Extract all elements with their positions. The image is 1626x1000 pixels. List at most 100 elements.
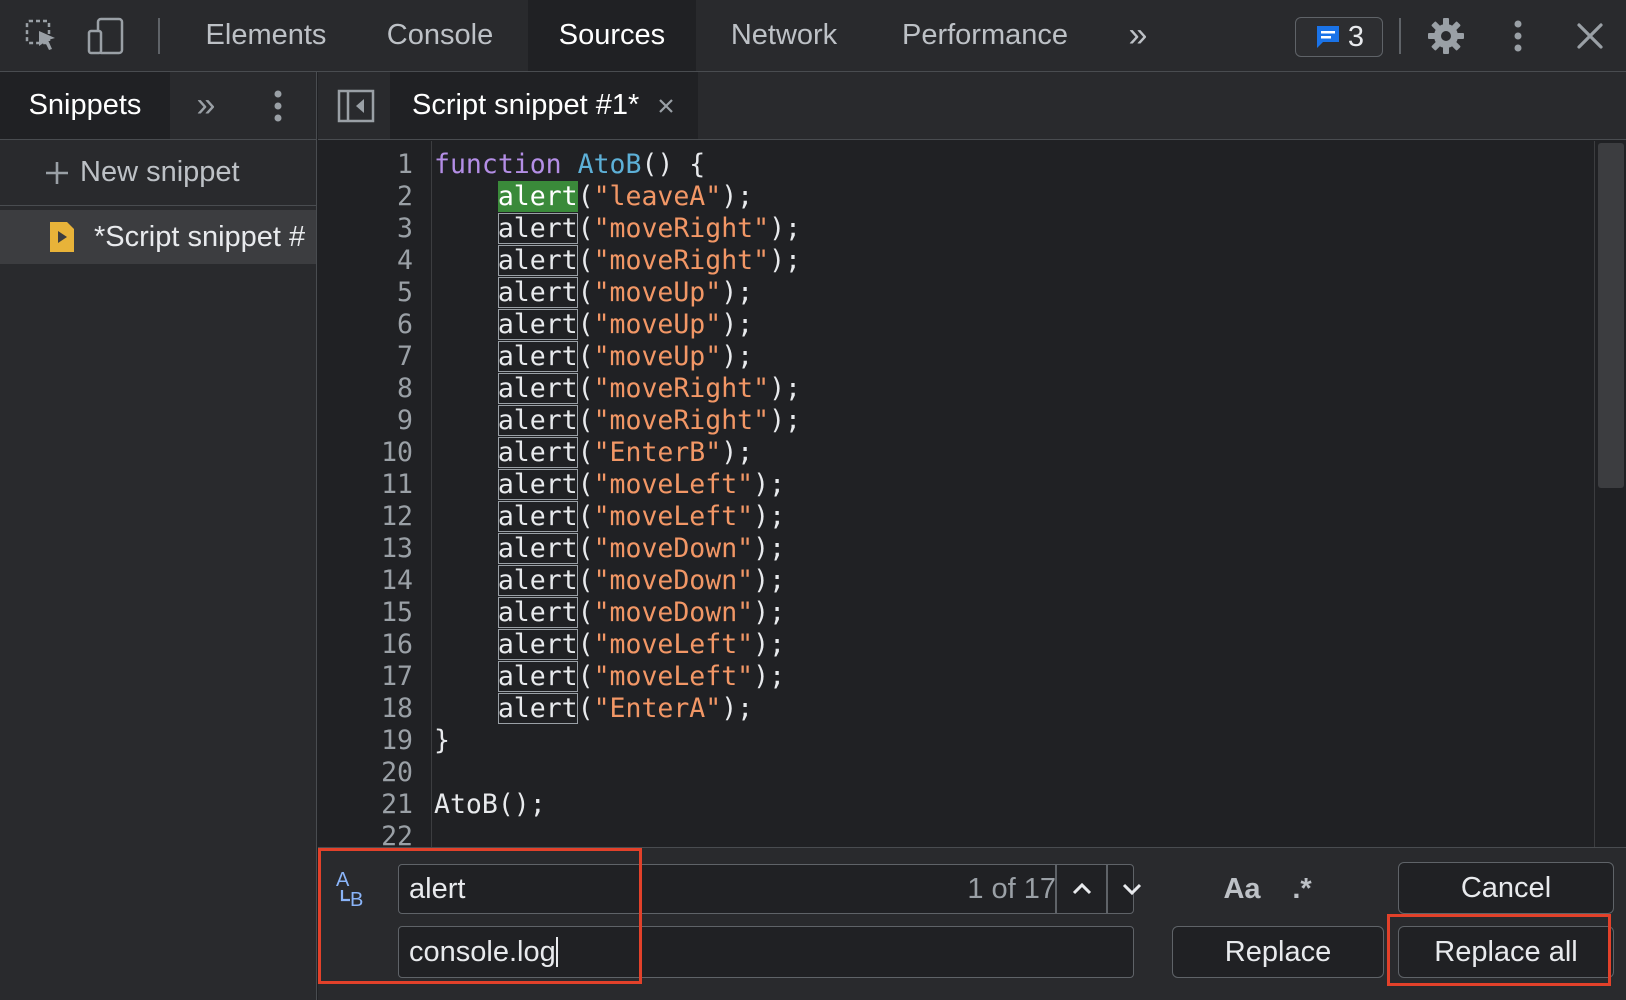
replace-input[interactable]: console.log <box>398 926 1134 978</box>
code-editor[interactable]: 1 function AtoB() {2 alert("leaveA"); 3 al… <box>318 141 1594 847</box>
more-navigator-tabs-icon[interactable]: » <box>186 84 226 126</box>
code-line[interactable]: 2 alert("leaveA"); <box>318 181 1594 213</box>
code-line[interactable]: 6 alert("moveUp"); <box>318 309 1594 341</box>
tab-elements[interactable]: Elements <box>180 0 352 71</box>
line-number[interactable]: 8 <box>318 373 413 405</box>
line-number[interactable]: 15 <box>318 597 413 629</box>
line-number[interactable]: 13 <box>318 533 413 565</box>
code-token: ( <box>577 661 594 692</box>
toggle-navigator-icon[interactable] <box>336 86 376 126</box>
code-line[interactable]: 17 alert("moveLeft"); <box>318 661 1594 693</box>
line-number[interactable]: 9 <box>318 405 413 437</box>
close-tab-icon[interactable] <box>657 97 675 115</box>
code-line[interactable]: 9 alert("moveRight"); <box>318 405 1594 437</box>
code-token: ); <box>769 405 801 436</box>
line-number[interactable]: 16 <box>318 629 413 661</box>
scrollbar-thumb[interactable] <box>1598 143 1624 488</box>
line-number[interactable]: 6 <box>318 309 413 341</box>
issues-count: 3 <box>1347 20 1365 53</box>
code-token: ); <box>721 693 754 724</box>
regex-toggle[interactable]: .* <box>1280 866 1324 912</box>
match-case-toggle[interactable]: Aa <box>1216 866 1268 912</box>
code-line[interactable]: 20 <box>318 757 1594 789</box>
code-line[interactable]: 1 function AtoB() { <box>318 149 1594 181</box>
replace-button[interactable]: Replace <box>1172 926 1384 978</box>
code-line[interactable]: 10 alert("EnterB"); <box>318 437 1594 469</box>
snippet-item[interactable]: *Script snippet # <box>0 210 316 264</box>
code-token: AtoB <box>577 149 642 180</box>
kebab-menu-icon[interactable] <box>1498 18 1538 54</box>
code-line[interactable]: 13 alert("moveDown"); <box>318 533 1594 565</box>
more-tabs-icon[interactable]: » <box>1110 0 1166 71</box>
code-token: "leaveA" <box>593 181 722 212</box>
code-token: ); <box>753 565 786 596</box>
code-line[interactable]: 11 alert("moveLeft"); <box>318 469 1594 501</box>
tab-console[interactable]: Console <box>352 0 528 71</box>
line-number[interactable]: 22 <box>318 821 413 847</box>
code-line[interactable]: 12 alert("moveLeft"); <box>318 501 1594 533</box>
line-number[interactable]: 17 <box>318 661 413 693</box>
search-match: alert <box>497 373 578 404</box>
replace-all-button[interactable]: Replace all <box>1398 926 1614 978</box>
close-icon[interactable] <box>1570 18 1610 54</box>
gear-icon[interactable] <box>1426 18 1466 54</box>
code-line[interactable]: 3 alert("moveRight"); <box>318 213 1594 245</box>
new-snippet-button[interactable]: New snippet <box>0 140 316 206</box>
previous-match-button[interactable] <box>1058 865 1106 913</box>
line-number[interactable]: 14 <box>318 565 413 597</box>
code-line[interactable]: 22 <box>318 821 1594 847</box>
line-number[interactable]: 20 <box>318 757 413 789</box>
code-line[interactable]: 19} <box>318 725 1594 757</box>
tab-snippets[interactable]: Snippets <box>0 72 170 139</box>
code-line[interactable]: 21 AtoB(); <box>318 789 1594 821</box>
toggle-replace-icon[interactable]: A B <box>332 866 376 911</box>
line-number[interactable]: 10 <box>318 437 413 469</box>
editor-tab-label: Script snippet #1* <box>412 89 640 121</box>
search-match: alert <box>497 629 578 660</box>
line-number[interactable]: 18 <box>318 693 413 725</box>
device-toolbar-icon[interactable] <box>86 17 126 55</box>
line-number[interactable]: 21 <box>318 789 413 821</box>
tab-sources[interactable]: Sources <box>528 0 696 71</box>
cancel-button[interactable]: Cancel <box>1398 862 1614 914</box>
code-line[interactable]: 7 alert("moveUp"); <box>318 341 1594 373</box>
code-line[interactable]: 16 alert("moveLeft"); <box>318 629 1594 661</box>
line-number[interactable]: 2 <box>318 181 413 213</box>
line-number[interactable]: 4 <box>318 245 413 277</box>
replace-label: Replace <box>1224 935 1332 968</box>
code-token: "moveRight" <box>593 405 770 436</box>
line-number[interactable]: 11 <box>318 469 413 501</box>
code-text: alert("moveRight"); <box>434 213 801 245</box>
code-line[interactable]: 5 alert("moveUp"); <box>318 277 1594 309</box>
code-token: ( <box>577 469 594 500</box>
issues-icon <box>1314 23 1342 51</box>
kebab-menu-icon[interactable] <box>268 88 288 124</box>
tab-network[interactable]: Network <box>696 0 872 71</box>
code-line[interactable]: 8 alert("moveRight"); <box>318 373 1594 405</box>
code-token: ); <box>753 629 786 660</box>
inspect-element-icon[interactable] <box>22 18 62 54</box>
next-match-button[interactable] <box>1108 865 1156 913</box>
line-number[interactable]: 3 <box>318 213 413 245</box>
code-token: ); <box>721 341 754 372</box>
code-line[interactable]: 4 alert("moveRight"); <box>318 245 1594 277</box>
line-number[interactable]: 19 <box>318 725 413 757</box>
code-text: AtoB(); <box>434 789 546 821</box>
line-number[interactable]: 1 <box>318 149 413 181</box>
code-line[interactable]: 18 alert("EnterA"); <box>318 693 1594 725</box>
code-token: "moveDown" <box>593 565 754 596</box>
line-number[interactable]: 12 <box>318 501 413 533</box>
code-text: alert("moveLeft"); <box>434 661 785 693</box>
line-number[interactable]: 5 <box>318 277 413 309</box>
search-match: alert <box>497 181 578 212</box>
editor-tab-script-snippet[interactable]: Script snippet #1* <box>390 72 698 139</box>
code-token: "moveDown" <box>593 533 754 564</box>
code-line[interactable]: 15 alert("moveDown"); <box>318 597 1594 629</box>
issues-button[interactable]: 3 <box>1295 17 1383 57</box>
code-line[interactable]: 14 alert("moveDown"); <box>318 565 1594 597</box>
match-count-text: 1 of 17 <box>967 872 1056 905</box>
tab-performance[interactable]: Performance <box>872 0 1098 71</box>
line-number[interactable]: 7 <box>318 341 413 373</box>
